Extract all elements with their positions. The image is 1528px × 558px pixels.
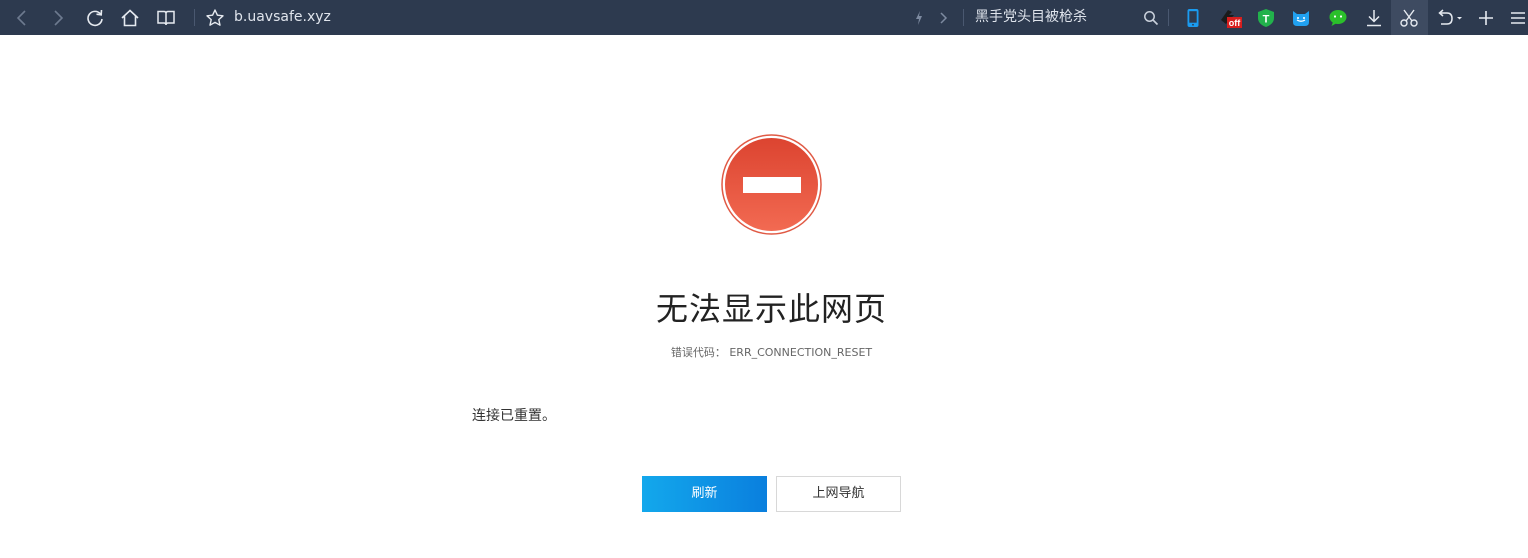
lightning-icon[interactable] [912,0,926,35]
chevron-down-icon [1457,16,1462,19]
search-suggestion[interactable]: 黑手党头目被枪杀 [975,0,1087,35]
plus-icon[interactable] [1475,0,1497,35]
svg-text:off: off [1229,18,1241,28]
refresh-icon[interactable] [83,0,107,35]
browser-toolbar: b.uavsafe.xyz 黑手党头目被枪杀 off T [0,0,1528,35]
error-code-label: 错误代码： [670,346,726,359]
nav-button[interactable]: 上网导航 [776,476,901,512]
no-entry-icon [721,134,822,235]
toolbar-separator [1168,9,1169,26]
chevron-right-icon[interactable] [935,0,951,35]
star-icon[interactable] [203,0,227,35]
back-icon[interactable] [10,0,34,35]
error-code: 错误代码： ERR_CONNECTION_RESET [0,344,1528,360]
cat-icon[interactable] [1289,0,1313,35]
page-title: 无法显示此网页 [655,290,887,328]
search-icon[interactable] [1141,0,1161,35]
refresh-button[interactable]: 刷新 [642,476,767,512]
wechat-icon[interactable] [1326,0,1350,35]
download-icon[interactable] [1362,0,1386,35]
mobile-icon[interactable] [1181,0,1205,35]
address-bar[interactable]: b.uavsafe.xyz [234,0,331,35]
error-code-value: ERR_CONNECTION_RESET [729,346,873,359]
menu-icon[interactable] [1508,0,1528,35]
undo-icon[interactable] [1433,0,1465,35]
reader-icon[interactable] [154,0,178,35]
toolbar-separator [963,9,964,26]
scissors-icon[interactable] [1397,0,1421,35]
off-icon[interactable]: off [1216,0,1246,35]
home-icon[interactable] [118,0,142,35]
error-message: 连接已重置。 [472,408,556,424]
t-icon[interactable]: T [1254,0,1278,35]
svg-text:T: T [1263,13,1270,25]
toolbar-separator [194,9,195,26]
forward-icon[interactable] [46,0,70,35]
